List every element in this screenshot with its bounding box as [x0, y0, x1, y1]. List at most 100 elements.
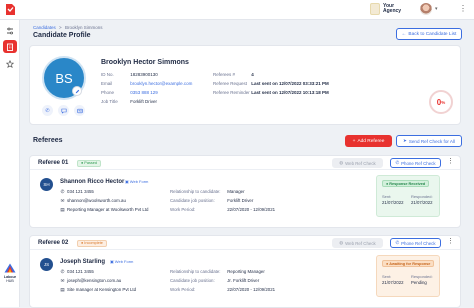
- referee-phone[interactable]: 034 121 3455: [67, 269, 94, 274]
- referees-section-title: Referees: [33, 137, 63, 144]
- phone-ref-check-button[interactable]: ✆ Phone Ref Check: [390, 238, 441, 248]
- referee-request-value: Last sent on 12/07/2022 03:33:21 PM: [251, 81, 329, 86]
- brand-logo: Labour HUB: [2, 263, 18, 283]
- plus-icon: +: [352, 138, 356, 144]
- referee-email[interactable]: joseph@kensington.com.au: [67, 278, 121, 283]
- user-avatar: [420, 3, 432, 15]
- field-label: Email: [101, 81, 113, 86]
- field-label: ID No.: [101, 72, 114, 77]
- breadcrumb-separator: >: [59, 25, 62, 30]
- referee-phone[interactable]: 034 121 3455: [67, 189, 94, 194]
- referee-title: Referee 02: [38, 240, 69, 246]
- top-bar: Your Agency ▾ ⋮: [0, 0, 474, 20]
- responded-date: Pending: [411, 280, 427, 285]
- relationship-row: Relationship to candidate: Manager: [170, 189, 245, 194]
- sent-date: 21/07/2022: [382, 200, 404, 205]
- field-label: Work Period:: [170, 207, 196, 212]
- relationship-value: Manager: [227, 189, 245, 194]
- sent-label: Sent:: [382, 274, 392, 279]
- form-type-tag: ▣ Web Form: [110, 259, 133, 264]
- more-options-icon[interactable]: ⋮: [447, 238, 454, 246]
- response-status-label: Awaiting for Response: [389, 261, 431, 266]
- candidate-phone-row: Phone 0353 888 129: [101, 90, 158, 95]
- chevron-down-icon: ▾: [435, 6, 438, 12]
- candidate-email-link[interactable]: brooklyn.hector@example.com: [130, 81, 192, 86]
- app-logo-icon[interactable]: [5, 3, 16, 16]
- form-type-tag: ▣ Web Form: [125, 179, 148, 184]
- field-label: Relationship to candidate:: [170, 269, 221, 274]
- referee-name: Joseph Starling: [60, 259, 106, 265]
- more-options-icon[interactable]: ⋮: [447, 158, 454, 166]
- phone-ref-label: Phone Ref Check: [401, 160, 436, 166]
- form-icon: ▣: [110, 259, 114, 264]
- message-button[interactable]: [58, 105, 69, 116]
- referee-request-row: Referee Request Last sent on 12/07/2022 …: [213, 81, 329, 86]
- responded-label: Responded:: [411, 194, 433, 199]
- sidebar-item-filters[interactable]: [3, 24, 17, 37]
- web-ref-check-button[interactable]: ◍ Web Ref Check: [332, 158, 383, 168]
- chat-icon: [61, 108, 66, 114]
- sent-date: 21/07/2022: [382, 280, 404, 285]
- relationship-row: Relationship to candidate: Reporting Man…: [170, 269, 265, 274]
- response-status-panel: ● Awaiting for Response Sent: 21/07/2022…: [376, 255, 440, 297]
- web-ref-label: Web Ref Check: [345, 240, 376, 246]
- work-period-value: 22/07/2020 - 12/09/2021: [227, 207, 276, 212]
- web-ref-check-button[interactable]: ◍ Web Ref Check: [332, 238, 383, 248]
- phone-icon: ✆: [395, 240, 400, 245]
- field-label: Candidate job position:: [170, 198, 215, 203]
- candidate-id-row: ID No. 18283900130: [101, 72, 158, 77]
- briefcase-icon: ▤: [60, 206, 65, 212]
- referee-email[interactable]: shannon@woolsworth.com.au: [67, 198, 126, 203]
- responded-date: 21/07/2022: [411, 200, 433, 205]
- field-label: Relationship to candidate:: [170, 189, 221, 194]
- globe-icon: ◍: [339, 160, 344, 165]
- candidate-id-value: 18283900130: [130, 72, 158, 77]
- briefcase-icon: ▤: [60, 286, 65, 292]
- mail-icon: ✉: [60, 197, 65, 203]
- more-options-icon[interactable]: ⋮: [459, 5, 467, 13]
- referee-avatar: JS: [40, 258, 53, 271]
- agency-switcher[interactable]: Your Agency: [370, 3, 401, 15]
- agency-name-line2: Agency: [383, 8, 402, 14]
- completion-progress: 0%: [429, 90, 453, 114]
- field-label: Referee Reminder: [213, 90, 250, 95]
- candidate-phone-link[interactable]: 0353 888 129: [130, 90, 158, 95]
- referee-position-row: ▤ Site manager at Kensington Pvt Ltd: [60, 286, 137, 293]
- phone-ref-check-button[interactable]: ✆ Phone Ref Check: [390, 158, 441, 168]
- candidate-name: Brooklyn Hector Simmons: [101, 59, 189, 66]
- sent-label: Sent:: [382, 194, 392, 199]
- response-status-badge: ● Awaiting for Response: [382, 260, 435, 267]
- work-period-row: Work Period: 22/07/2020 - 12/09/2021: [170, 287, 275, 292]
- contact-card-button[interactable]: [74, 105, 85, 116]
- warning-icon: ●: [81, 241, 84, 245]
- breadcrumb-current: Brooklyn Simmons: [64, 25, 103, 30]
- breadcrumb-candidates-link[interactable]: Candidates: [33, 25, 56, 30]
- sidebar-item-favourites[interactable]: [3, 57, 17, 70]
- phone-icon: ✆: [45, 107, 50, 114]
- work-period-value: 22/07/2020 - 12/09/2021: [227, 287, 276, 292]
- referees-count-row: Referees # 4: [213, 72, 254, 77]
- referee-card-header: Referee 02 ● Incomplete ◍ Web Ref Check …: [30, 236, 460, 250]
- referee-position: Site manager at Kensington Pvt Ltd: [67, 287, 137, 292]
- field-label: Phone: [101, 90, 115, 95]
- brand-subname: HUB: [6, 279, 14, 283]
- check-circle-icon: ●: [386, 181, 389, 186]
- referee-position-row: ▤ Reporting Manager at Woolsworth Pvt Lt…: [60, 206, 148, 213]
- side-navigation: Labour HUB: [0, 20, 20, 307]
- labour-hub-logo-icon: [4, 263, 16, 273]
- add-referee-button[interactable]: + Add Referee: [345, 135, 392, 147]
- sent-info: Sent: 21/07/2022: [382, 274, 404, 285]
- back-to-candidate-list-button[interactable]: ← Back to Candidate List: [396, 28, 462, 40]
- edit-avatar-button[interactable]: [72, 86, 82, 96]
- mail-icon: ✉: [60, 277, 65, 283]
- send-ref-check-all-button[interactable]: ➤ Send Ref Check for All: [396, 135, 462, 147]
- phone-icon: ✆: [60, 188, 65, 194]
- sidebar-item-candidates[interactable]: [3, 40, 17, 53]
- referee-email-row: ✉ joseph@kensington.com.au: [60, 277, 122, 284]
- candidate-email-row: Email brooklyn.hector@example.com: [101, 81, 192, 86]
- field-label: Job Title: [101, 99, 118, 104]
- call-button[interactable]: ✆: [42, 105, 53, 116]
- status-badge: ● Passed: [77, 159, 101, 167]
- user-menu[interactable]: ▾: [420, 3, 438, 15]
- status-badge: ● Incomplete: [77, 239, 107, 247]
